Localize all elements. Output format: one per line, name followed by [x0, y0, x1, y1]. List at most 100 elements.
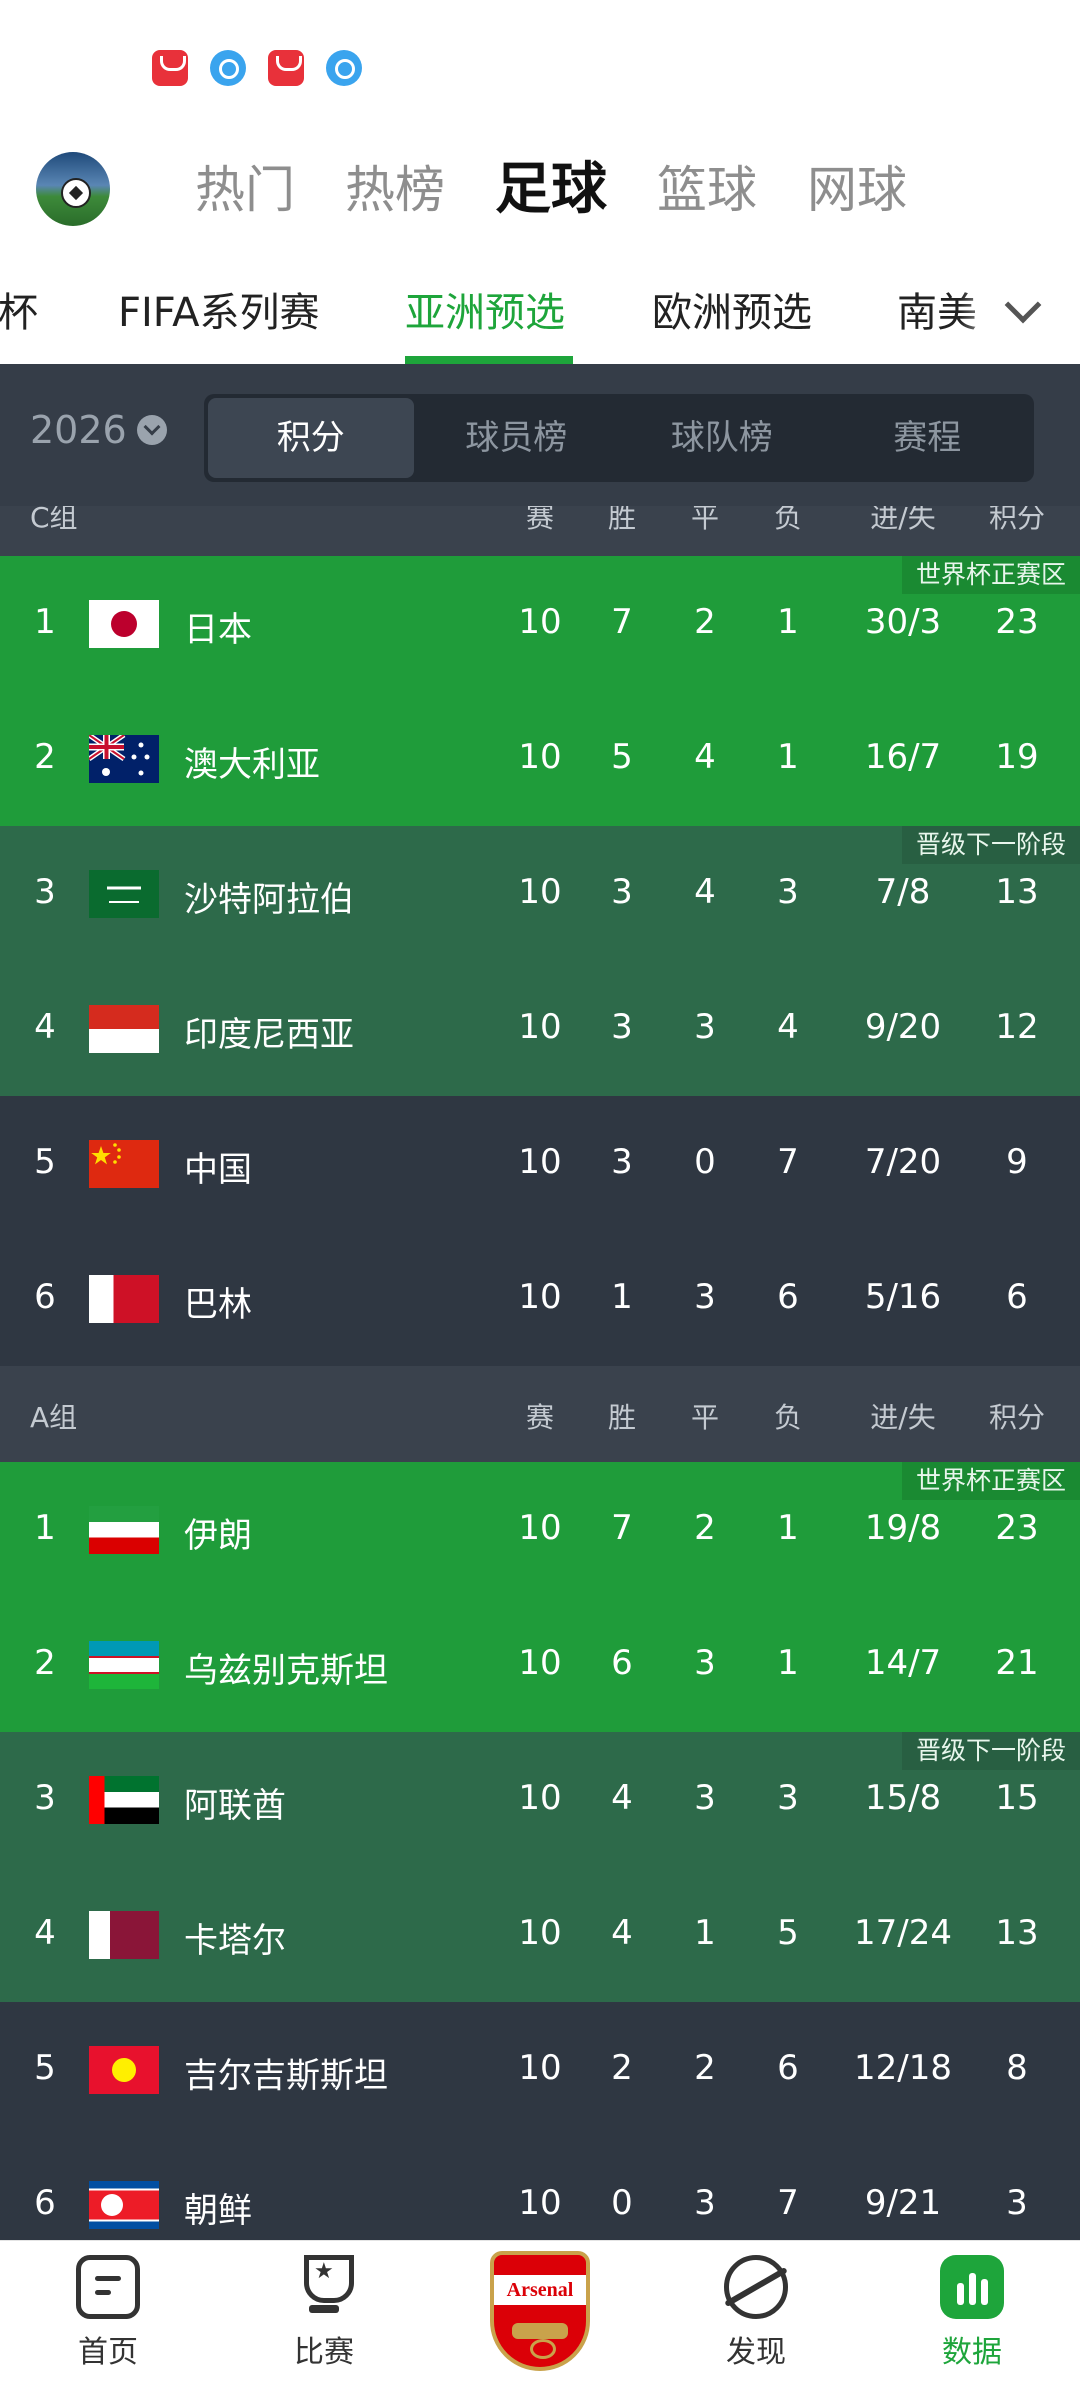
- table-row[interactable]: 6 朝鲜 10 0 3 7 9/21 3: [0, 2137, 1080, 2240]
- uae-flag-icon: [89, 1776, 159, 1824]
- goals: 7/20: [864, 1142, 942, 1182]
- uzbekistan-flag-icon: [89, 1641, 159, 1689]
- table-row[interactable]: 3 沙特阿拉伯 10 3 4 3 7/8 13 晋级下一阶段: [0, 826, 1080, 961]
- nav-home[interactable]: 首页: [43, 2255, 173, 2371]
- notification-icons: [152, 50, 362, 86]
- qatar-flag-icon: [89, 1911, 159, 1959]
- lost: 4: [777, 1007, 799, 1047]
- rank: 5: [34, 2048, 56, 2088]
- header-points: 积分: [988, 506, 1045, 534]
- season-select[interactable]: 2026: [30, 408, 167, 452]
- lost: 1: [777, 737, 799, 777]
- points: 23: [995, 602, 1039, 642]
- tab-fifa-series[interactable]: FIFA系列赛: [118, 280, 320, 338]
- status-bar: [0, 0, 1080, 130]
- japan-flag-icon: [89, 600, 159, 648]
- nav-label: 数据: [942, 2335, 1002, 2370]
- team-name: 澳大利亚: [184, 745, 320, 785]
- arsenal-crest-icon[interactable]: Arsenal: [490, 2251, 590, 2371]
- avatar[interactable]: [36, 152, 110, 226]
- competition-tabs: 杯 FIFA系列赛 亚洲预选 欧洲预选 南美: [0, 260, 1080, 364]
- points: 23: [995, 1508, 1039, 1548]
- goals: 5/16: [864, 1277, 942, 1317]
- season-value: 2026: [30, 408, 127, 452]
- points: 3: [1006, 2183, 1028, 2223]
- team-name: 卡塔尔: [184, 1921, 286, 1961]
- table-row[interactable]: 4 印度尼西亚 10 3 3 4 9/20 12: [0, 961, 1080, 1096]
- team-name: 阿联酋: [184, 1786, 286, 1826]
- huawei-app-icon: [268, 50, 304, 86]
- tab-tennis[interactable]: 网球: [807, 150, 907, 230]
- table-row[interactable]: 1 伊朗 10 7 2 1 19/8 23 世界杯正赛区: [0, 1462, 1080, 1597]
- team-name: 印度尼西亚: [184, 1015, 354, 1055]
- table-row[interactable]: 5 中国 10 3 0 7 7/20 9: [0, 1096, 1080, 1231]
- points: 12: [995, 1007, 1039, 1047]
- goals: 16/7: [864, 737, 942, 777]
- table-row[interactable]: 3 阿联酋 10 4 3 3 15/8 15 晋级下一阶段: [0, 1732, 1080, 1867]
- zone-badge: 晋级下一阶段: [901, 826, 1080, 864]
- zone-badge: 世界杯正赛区: [901, 1462, 1080, 1500]
- goals: 19/8: [864, 1508, 942, 1548]
- bar-chart-icon: [940, 2255, 1004, 2319]
- group-name: C组: [30, 506, 78, 534]
- tab-asia-qualifiers[interactable]: 亚洲预选: [405, 280, 565, 338]
- table-row[interactable]: 2 乌兹别克斯坦 10 6 3 1 14/7 21: [0, 1597, 1080, 1732]
- table-row[interactable]: 5 吉尔吉斯斯坦 10 2 2 6 12/18 8: [0, 2002, 1080, 2137]
- nav-label: 首页: [78, 2335, 138, 2370]
- segment-player-rank[interactable]: 球员榜: [414, 398, 620, 478]
- tab-europe-qualifiers[interactable]: 欧洲预选: [652, 280, 812, 338]
- standings-list: C组 赛 胜 平 负 进/失 积分 1 日本 10 7 2 1 30/3 23 …: [0, 506, 1080, 2240]
- tab-hot[interactable]: 热门: [195, 150, 295, 230]
- browser-icon: [326, 50, 362, 86]
- points: 8: [1006, 2048, 1028, 2088]
- north-korea-flag-icon: [89, 2181, 159, 2229]
- table-row[interactable]: 1 日本 10 7 2 1 30/3 23 世界杯正赛区: [0, 556, 1080, 691]
- group-header: A组 赛 胜 平 负 进/失 积分: [0, 1366, 1080, 1462]
- nav-discover[interactable]: 发现: [691, 2255, 821, 2371]
- group-header: C组 赛 胜 平 负 进/失 积分: [0, 506, 1080, 556]
- australia-flag-icon: [89, 735, 159, 783]
- rank: 4: [34, 1007, 56, 1047]
- bottom-nav: 首页 ★ 比赛 Arsenal 发现 数据: [0, 2240, 1080, 2388]
- team-name: 沙特阿拉伯: [184, 880, 354, 920]
- rank: 1: [34, 1508, 56, 1548]
- cannon-icon: [512, 2323, 568, 2359]
- segment-standings[interactable]: 积分: [208, 398, 414, 478]
- team-name: 朝鲜: [184, 2191, 252, 2231]
- goals: 7/8: [875, 872, 931, 912]
- home-icon: [76, 2255, 140, 2319]
- team-name: 吉尔吉斯斯坦: [184, 2056, 388, 2096]
- lost: 3: [777, 872, 799, 912]
- team-name: 巴林: [184, 1285, 252, 1325]
- points: 15: [995, 1778, 1039, 1818]
- tab-basketball[interactable]: 篮球: [657, 150, 757, 230]
- segment-team-rank[interactable]: 球队榜: [619, 398, 825, 478]
- rank: 4: [34, 1913, 56, 1953]
- table-row[interactable]: 4 卡塔尔 10 4 1 5 17/24 13: [0, 1867, 1080, 2002]
- lost: 1: [777, 1508, 799, 1548]
- kyrgyzstan-flag-icon: [89, 2046, 159, 2094]
- rank: 2: [34, 1643, 56, 1683]
- goals: 12/18: [854, 2048, 952, 2088]
- trophy-icon: ★: [292, 2255, 356, 2319]
- rank: 6: [34, 1277, 56, 1317]
- lost: 7: [777, 1142, 799, 1182]
- table-row[interactable]: 6 巴林 10 1 3 6 5/16 6: [0, 1231, 1080, 1366]
- segment-schedule[interactable]: 赛程: [825, 398, 1031, 478]
- lost: 6: [777, 1277, 799, 1317]
- table-row[interactable]: 2 澳大利亚 10 5 4 1 16/7 19: [0, 691, 1080, 826]
- china-flag-icon: [89, 1140, 159, 1188]
- team-name: 伊朗: [184, 1516, 252, 1556]
- planet-icon: [724, 2255, 788, 2319]
- browser-icon: [210, 50, 246, 86]
- tab-trending[interactable]: 热榜: [345, 150, 445, 230]
- team-name: 日本: [184, 610, 252, 650]
- team-name: 乌兹别克斯坦: [184, 1651, 388, 1691]
- zone-badge: 世界杯正赛区: [901, 556, 1080, 594]
- tab-cup[interactable]: 杯: [0, 280, 38, 338]
- lost: 1: [777, 1643, 799, 1683]
- goals: 9/20: [864, 1007, 942, 1047]
- nav-data[interactable]: 数据: [907, 2255, 1037, 2371]
- tab-football[interactable]: 足球: [495, 150, 607, 230]
- nav-matches[interactable]: ★ 比赛: [259, 2255, 389, 2371]
